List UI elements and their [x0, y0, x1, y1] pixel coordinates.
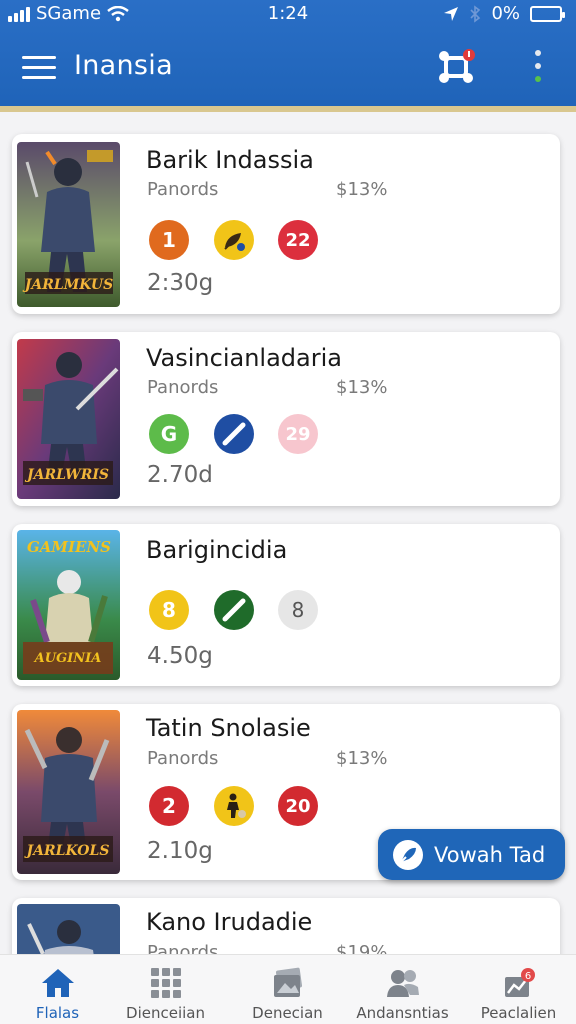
- status-bar: SGame 1:24 0%: [0, 0, 576, 30]
- game-title: Vasincianladaria: [146, 344, 342, 372]
- tool-icon[interactable]: [436, 46, 478, 88]
- thumbnail-logo-top-text: GAMIENS: [27, 538, 111, 556]
- fab-label: Vowah Tad: [434, 842, 546, 867]
- badge-letter[interactable]: G: [149, 414, 189, 454]
- app-bar-divider: [0, 106, 576, 112]
- badge-number[interactable]: 22: [278, 220, 318, 260]
- game-price: $13%: [336, 179, 388, 200]
- nav-item-photos[interactable]: Denecian: [230, 955, 345, 1024]
- game-thumbnail: JARLWRIS: [17, 339, 120, 499]
- nav-item-stats[interactable]: 6 Peaclalien: [461, 955, 576, 1024]
- photo-icon: [273, 967, 302, 997]
- people-icon: [386, 970, 419, 997]
- game-size: 2:30g: [147, 270, 214, 296]
- thumbnail-logo-text: JARLMKUS: [22, 277, 113, 293]
- thumbnail-logo-text: JARLKOLS: [24, 843, 110, 859]
- badge-number[interactable]: 2: [149, 786, 189, 826]
- home-icon: [41, 969, 74, 997]
- badge-number[interactable]: 1: [149, 220, 189, 260]
- badge-number[interactable]: 8: [278, 590, 318, 630]
- nav-label: Denecian: [252, 1004, 323, 1022]
- game-card[interactable]: GAMIENS AUGINIA Barigincidia 8 8 4.50g: [12, 524, 560, 686]
- game-subtitle: Panords: [147, 179, 219, 200]
- nav-label: Peaclalien: [480, 1004, 557, 1022]
- grid-icon: [150, 968, 181, 998]
- game-size: 2.70d: [147, 462, 213, 488]
- bottom-nav: Flalas Dienceiian Denecian Andansntias 6…: [0, 954, 576, 1024]
- game-title: Kano Irudadie: [146, 908, 313, 936]
- svg-text:6: 6: [524, 971, 530, 982]
- game-card[interactable]: JARLWRIS Vasincianladaria Panords $13% G…: [12, 332, 560, 506]
- game-subtitle: Panords: [147, 748, 219, 769]
- game-title: Barik Indassia: [146, 146, 314, 174]
- nav-label: Dienceiian: [126, 1004, 205, 1022]
- game-size: 4.50g: [147, 643, 213, 669]
- figure-icon[interactable]: [214, 786, 254, 826]
- status-right: 0%: [443, 3, 565, 24]
- game-thumbnail: JARLKOLS: [17, 710, 120, 874]
- game-thumbnail: JARLMKUS: [17, 142, 120, 307]
- more-vert-icon[interactable]: [528, 50, 548, 88]
- badge-number[interactable]: 20: [278, 786, 318, 826]
- nav-label: Flalas: [35, 1004, 80, 1022]
- battery-label: 0%: [491, 3, 520, 24]
- location-icon: [444, 6, 459, 21]
- battery-icon: [530, 5, 565, 22]
- game-title: Barigincidia: [146, 536, 288, 564]
- thumbnail-logo-text: JARLWRIS: [24, 467, 109, 483]
- chart-notify-icon: 6: [504, 968, 535, 997]
- badge-number[interactable]: 29: [278, 414, 318, 454]
- game-card[interactable]: JARLMKUS Barik Indassia Panords $13% 1 2…: [12, 134, 560, 314]
- game-subtitle: Panords: [147, 377, 219, 398]
- game-size: 2.10g: [147, 838, 213, 864]
- app-title: Inansia: [74, 50, 173, 81]
- nav-item-grid[interactable]: Dienceiian: [108, 955, 223, 1024]
- bluetooth-icon: [470, 4, 481, 23]
- nav-label: Andansntias: [356, 1004, 449, 1022]
- slash-icon[interactable]: [214, 414, 254, 454]
- leaf-icon[interactable]: [214, 220, 254, 260]
- nav-item-home[interactable]: Flalas: [0, 955, 115, 1024]
- game-title: Tatin Snolasie: [146, 714, 311, 742]
- game-thumbnail: GAMIENS AUGINIA: [17, 530, 120, 680]
- nav-item-people[interactable]: Andansntias: [345, 955, 460, 1024]
- chat-icon: [393, 839, 423, 870]
- thumbnail-logo-text: AUGINIA: [33, 651, 102, 666]
- game-price: $13%: [336, 748, 388, 769]
- menu-icon[interactable]: [22, 56, 56, 80]
- fab-button[interactable]: Vowah Tad: [378, 829, 565, 880]
- slash-icon[interactable]: [214, 590, 254, 630]
- game-price: $13%: [336, 377, 388, 398]
- app-bar: SGame 1:24 0% Inansia: [0, 0, 576, 110]
- badge-number[interactable]: 8: [149, 590, 189, 630]
